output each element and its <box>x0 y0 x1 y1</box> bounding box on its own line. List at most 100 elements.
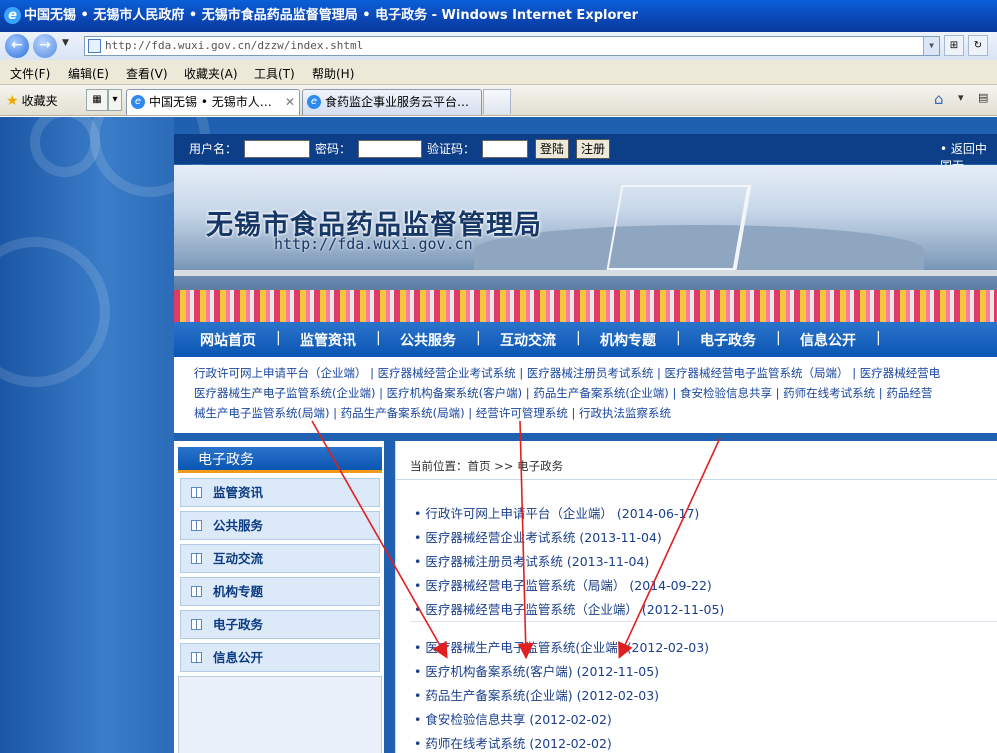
grid-icon <box>191 487 202 498</box>
list-item-title[interactable]: 食安检验信息共享 <box>425 712 525 727</box>
menu-tools[interactable]: 工具(T) <box>254 65 295 82</box>
sidebar-item-label: 公共服务 <box>213 518 264 533</box>
breadcrumb: 当前位置：首页 >> 电子政务 <box>410 459 564 473</box>
home-icon[interactable]: ⌂ <box>934 90 944 108</box>
tab-bar: ★ 收藏夹 ▦ ▾ e 中国无锡 • 无锡市人… ✕ e 食药监企事业服务云平台…… <box>0 85 997 116</box>
main-panel: 当前位置：首页 >> 电子政务 • 行政许可网上申请平台（企业端） (2014-0… <box>395 441 997 753</box>
captcha-input[interactable] <box>482 140 528 158</box>
list-item-title[interactable]: 医疗器械经营电子监管系统（局端） <box>425 578 625 593</box>
address-input[interactable]: http://fda.wuxi.gov.cn/dzzw/index.shtml … <box>84 36 940 56</box>
list-item-date: (2014-06-17) <box>616 506 700 521</box>
nav-home[interactable]: 网站首页 <box>200 330 256 350</box>
swirl-decoration <box>0 237 110 387</box>
sidebar-item-label: 机构专题 <box>213 584 264 599</box>
tab-wuxi-label: 中国无锡 • 无锡市人… <box>149 95 272 109</box>
divider <box>396 479 997 480</box>
sidebar-item-label: 监管资讯 <box>213 485 264 500</box>
nav-separator: | <box>676 330 681 346</box>
captcha-label: 验证码： <box>427 142 476 156</box>
history-dropdown-icon[interactable]: ▼ <box>62 38 69 48</box>
list-item[interactable]: • 医疗机构备案系统(客户端) (2012-11-05) <box>414 661 659 680</box>
tab-food-drug-cloud[interactable]: e 食药监企事业服务云平台… <box>302 89 482 115</box>
list-item-title[interactable]: 医疗器械经营企业考试系统 <box>425 530 575 545</box>
address-dropdown-icon[interactable]: ▼ <box>923 37 939 55</box>
list-item-title[interactable]: 医疗器械经营电子监管系统（企业端） <box>425 602 638 617</box>
list-item[interactable]: • 医疗器械经营企业考试系统 (2013-11-04) <box>414 527 662 546</box>
page-icon <box>88 39 101 53</box>
tab-list-dropdown-icon[interactable]: ▾ <box>108 89 122 111</box>
nav-public-service[interactable]: 公共服务 <box>400 330 456 350</box>
list-item-date: (2012-02-02) <box>529 736 612 751</box>
home-dropdown-icon[interactable]: ▾ <box>958 91 964 104</box>
sidebar-item-public-service[interactable]: 公共服务 <box>180 511 380 540</box>
feeds-icon[interactable]: ▤ <box>978 91 988 104</box>
list-item[interactable]: • 行政许可网上申请平台（企业端） (2014-06-17) <box>414 503 699 522</box>
system-links-row[interactable]: 医疗器械生产电子监管系统(企业端) | 医疗机构备案系统(客户端) | 药品生产… <box>194 383 932 403</box>
menu-favorites[interactable]: 收藏夹(A) <box>184 65 238 82</box>
menu-file[interactable]: 文件(F) <box>10 65 50 82</box>
password-input[interactable] <box>358 140 422 158</box>
list-item-title[interactable]: 医疗器械生产电子监管系统(企业端) <box>425 640 622 655</box>
main-nav: 网站首页 | 监管资讯 | 公共服务 | 互动交流 | 机构专题 | 电子政务 … <box>174 322 997 357</box>
address-toolbar: ← → ▼ http://fda.wuxi.gov.cn/dzzw/index.… <box>0 32 997 60</box>
username-label: 用户名： <box>189 142 238 156</box>
sidebar-item-label: 信息公开 <box>213 650 264 665</box>
favorites-label: 收藏夹 <box>21 94 58 108</box>
tab-wuxi[interactable]: e 中国无锡 • 无锡市人… ✕ <box>126 89 300 115</box>
close-tab-icon[interactable]: ✕ <box>285 90 295 114</box>
list-item[interactable]: • 医疗器械经营电子监管系统（企业端） (2012-11-05) <box>414 599 724 618</box>
menu-help[interactable]: 帮助(H) <box>312 65 354 82</box>
list-item[interactable]: • 医疗器械注册员考试系统 (2013-11-04) <box>414 551 649 570</box>
list-item[interactable]: • 医疗器械经营电子监管系统（局端） (2014-09-22) <box>414 575 712 594</box>
decorative-side-panel <box>0 117 210 753</box>
address-url: http://fda.wuxi.gov.cn/dzzw/index.shtml <box>105 39 364 52</box>
list-item-date: (2012-02-03) <box>626 640 710 655</box>
list-item-title[interactable]: 药品生产备案系统(企业端) <box>425 688 572 703</box>
quick-tabs-icon[interactable]: ▦ <box>86 89 108 111</box>
list-item[interactable]: • 食安检验信息共享 (2012-02-02) <box>414 709 612 728</box>
register-button[interactable]: 注册 <box>576 139 610 159</box>
list-item-title[interactable]: 医疗机构备案系统(客户端) <box>425 664 572 679</box>
menu-view[interactable]: 查看(V) <box>126 65 168 82</box>
compatibility-icon[interactable]: ⊞ <box>944 35 964 56</box>
nav-news[interactable]: 监管资讯 <box>300 330 356 350</box>
sidebar-item-e-government[interactable]: 电子政务 <box>180 610 380 639</box>
grid-icon <box>191 586 202 597</box>
system-links-row[interactable]: 械生产电子监管系统(局端) | 药品生产备案系统(局端) | 经营许可管理系统 … <box>194 403 671 423</box>
list-item-date: (2013-11-04) <box>579 530 662 545</box>
nav-institution[interactable]: 机构专题 <box>600 330 656 350</box>
list-item[interactable]: • 药品生产备案系统(企业端) (2012-02-03) <box>414 685 659 704</box>
refresh-icon[interactable]: ↻ <box>968 35 988 56</box>
grid-icon <box>191 553 202 564</box>
nav-separator: | <box>476 330 481 346</box>
nav-interaction[interactable]: 互动交流 <box>500 330 556 350</box>
ie-page-icon: e <box>131 95 145 109</box>
e-gov-system-links: 行政许可网上申请平台（企业端） | 医疗器械经营企业考试系统 | 医疗器械注册员… <box>174 357 997 433</box>
list-item[interactable]: • 医疗器械生产电子监管系统(企业端) (2012-02-03) <box>414 637 709 656</box>
nav-e-government[interactable]: 电子政务 <box>700 330 756 350</box>
sidebar-item-info-disclosure[interactable]: 信息公开 <box>180 643 380 672</box>
forward-arrow-icon[interactable]: → <box>33 34 57 58</box>
page-content: 用户名： 密码： 验证码： 登陆 注册 • 返回中国无 无锡市食品药品监督管理局… <box>0 117 997 753</box>
login-button[interactable]: 登陆 <box>535 139 569 159</box>
list-item-title[interactable]: 医疗器械注册员考试系统 <box>425 554 563 569</box>
new-tab-button[interactable] <box>483 89 511 114</box>
favorites-button[interactable]: ★ 收藏夹 <box>6 92 58 109</box>
system-links-row[interactable]: 行政许可网上申请平台（企业端） | 医疗器械经营企业考试系统 | 医疗器械注册员… <box>194 363 940 383</box>
nav-separator: | <box>876 330 881 346</box>
sidebar-item-institution[interactable]: 机构专题 <box>180 577 380 606</box>
list-item[interactable]: • 药师在线考试系统 (2012-02-02) <box>414 733 612 752</box>
ie-page-icon: e <box>307 95 321 109</box>
back-arrow-icon[interactable]: ← <box>5 34 29 58</box>
star-icon: ★ <box>6 93 19 109</box>
menu-edit[interactable]: 编辑(E) <box>68 65 109 82</box>
sidebar-item-interaction[interactable]: 互动交流 <box>180 544 380 573</box>
sidebar-item-label: 互动交流 <box>213 551 264 566</box>
nav-info-disclosure[interactable]: 信息公开 <box>800 330 856 350</box>
list-item-title[interactable]: 行政许可网上申请平台（企业端） <box>425 506 613 521</box>
sidebar-item-news[interactable]: 监管资讯 <box>180 478 380 507</box>
nav-separator: | <box>776 330 781 346</box>
list-item-title[interactable]: 药师在线考试系统 <box>425 736 525 751</box>
sidebar: 电子政务 监管资讯 公共服务 互动交流 机构专题 电子政务 信息公开 <box>174 441 384 753</box>
username-input[interactable] <box>244 140 310 158</box>
